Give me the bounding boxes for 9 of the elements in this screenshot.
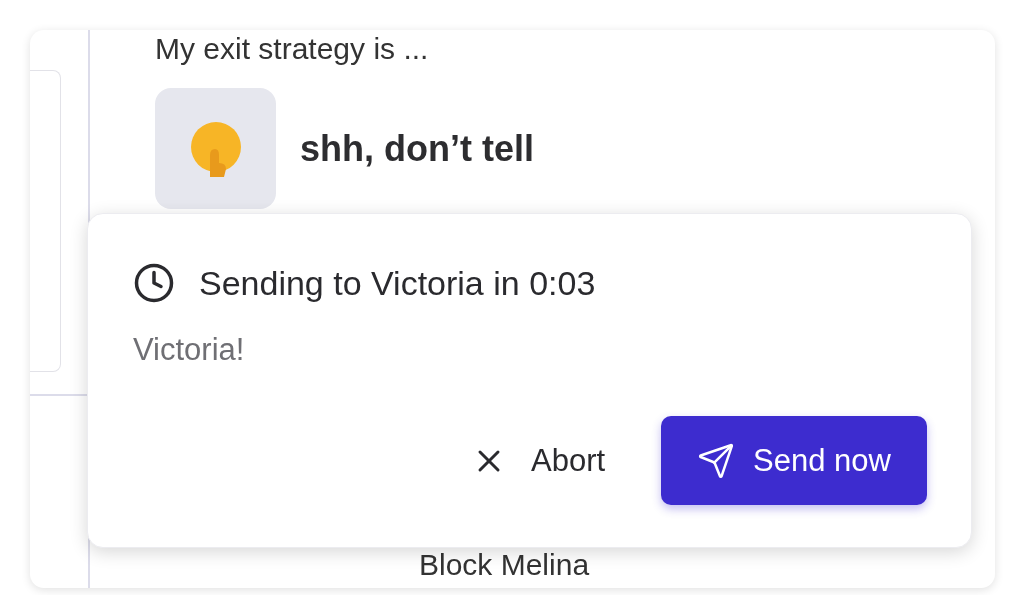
clock-icon: [133, 262, 175, 304]
list-item-text: Block Melina: [419, 548, 591, 582]
message-preview: Victoria!: [133, 332, 246, 368]
toast-title: Sending to Victoria in 0:03: [199, 263, 596, 303]
send-icon: [697, 441, 736, 480]
send-now-button[interactable]: Send now: [661, 416, 927, 505]
question-text: My exit strategy is ...: [155, 32, 430, 66]
abort-button[interactable]: Abort: [471, 442, 606, 479]
answer-text: shh, don’t tell: [300, 127, 534, 170]
